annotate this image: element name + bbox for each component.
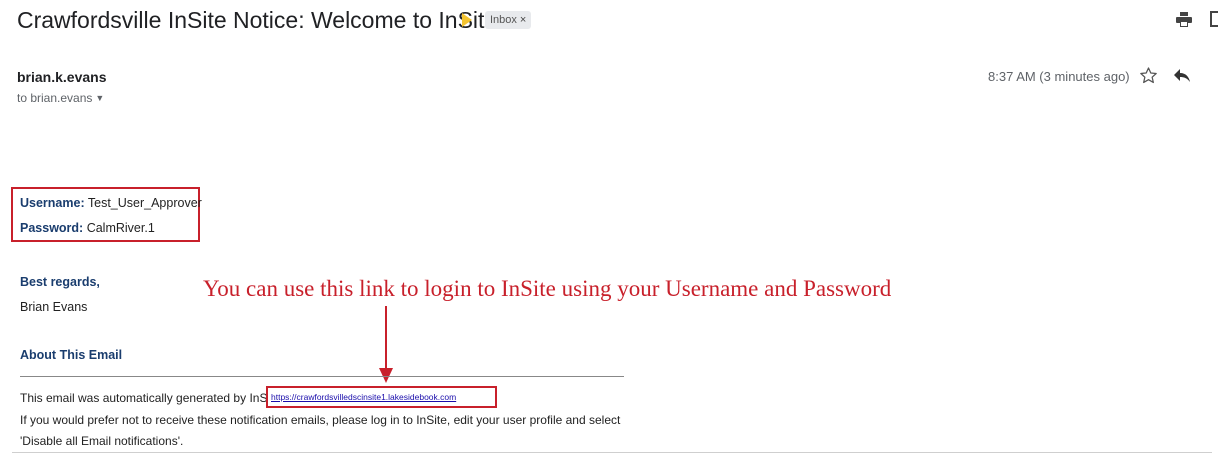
- password-value: CalmRiver.1: [86, 221, 155, 235]
- new-window-icon[interactable]: [1209, 10, 1218, 28]
- inbox-label-chip[interactable]: Inbox ×: [485, 11, 532, 29]
- importance-marker-icon[interactable]: [462, 13, 472, 27]
- star-icon[interactable]: [1139, 66, 1158, 85]
- password-line: Password: CalmRiver.1: [20, 221, 155, 235]
- signature-name: Brian Evans: [20, 300, 88, 314]
- annotation-text: You can use this link to login to InSite…: [203, 276, 892, 301]
- signature-closing: Best regards,: [20, 275, 100, 289]
- preference-text-line-2: 'Disable all Email notifications'.: [20, 434, 184, 448]
- message-timestamp: 8:37 AM (3 minutes ago): [988, 69, 1130, 84]
- username-label: Username:: [20, 196, 85, 210]
- email-subject: Crawfordsville InSite Notice: Welcome to…: [17, 7, 498, 33]
- chevron-down-icon[interactable]: ▼: [95, 93, 104, 103]
- print-icon[interactable]: [1176, 12, 1192, 27]
- remove-label-button[interactable]: ×: [520, 14, 526, 26]
- sender-name[interactable]: brian.k.evans: [17, 69, 107, 85]
- password-label: Password:: [20, 221, 84, 235]
- arrow-down-icon: [379, 306, 393, 383]
- divider: [20, 376, 624, 377]
- insite-login-link[interactable]: https://crawfordsvilledscinsite1.lakesid…: [271, 392, 456, 402]
- username-value: Test_User_Approver: [87, 196, 202, 210]
- bottom-divider: [12, 452, 1212, 453]
- preference-text-line-1: If you would prefer not to receive these…: [20, 413, 621, 427]
- reply-icon[interactable]: [1173, 68, 1191, 83]
- auto-generated-text: This email was automatically generated b…: [20, 391, 281, 405]
- recipient-text: to brian.evans: [17, 91, 93, 105]
- label-text: Inbox: [490, 14, 517, 26]
- recipient-line: to brian.evans ▼: [17, 91, 104, 105]
- username-line: Username: Test_User_Approver: [20, 196, 202, 210]
- about-heading: About This Email: [20, 348, 123, 362]
